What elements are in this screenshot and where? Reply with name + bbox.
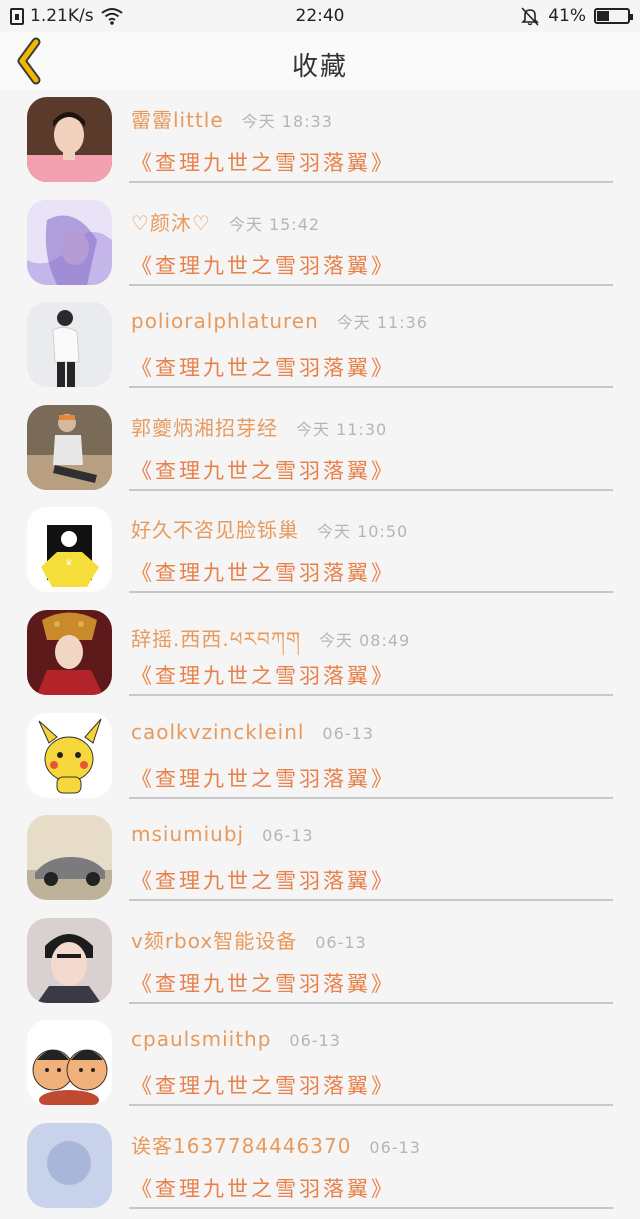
divider	[129, 283, 613, 286]
name-row: ♡颜沐♡ 今天 15:42	[131, 207, 320, 236]
name-row: 郭夔炳湘招芽经 今天 11:30	[131, 412, 387, 441]
list-item[interactable]: 辞摇.西西.ཕརབཀག 今天 08:49 《查理九世之雪羽落翼》	[0, 603, 640, 706]
user-name[interactable]: 郭夔炳湘招芽经	[131, 412, 278, 441]
battery-percent: 41%	[548, 6, 586, 26]
book-title[interactable]: 《查理九世之雪羽落翼》	[131, 968, 395, 998]
name-row: polioralphlaturen 今天 11:36	[131, 309, 428, 333]
bell-muted-icon	[521, 7, 540, 26]
timestamp: 06-13	[322, 723, 374, 743]
divider	[129, 899, 613, 902]
user-name[interactable]: msiumiubj	[131, 822, 244, 846]
timestamp: 06-13	[369, 1137, 421, 1157]
svg-text:♛: ♛	[65, 558, 72, 567]
avatar[interactable]	[27, 712, 112, 798]
name-row: cpaulsmiithp 06-13	[131, 1027, 341, 1051]
timestamp: 06-13	[289, 1031, 341, 1051]
user-name[interactable]: 霤霤little	[131, 104, 224, 133]
name-row: msiumiubj 06-13	[131, 822, 314, 846]
avatar[interactable]	[27, 917, 112, 1003]
book-title[interactable]: 《查理九世之雪羽落翼》	[131, 250, 395, 280]
list-item[interactable]: 霤霤little 今天 18:33 《查理九世之雪羽落翼》	[0, 90, 640, 193]
timestamp: 今天 18:33	[241, 112, 333, 131]
book-title[interactable]: 《查理九世之雪羽落翼》	[131, 455, 395, 485]
avatar[interactable]	[27, 1122, 112, 1208]
book-title[interactable]: 《查理九世之雪羽落翼》	[131, 557, 395, 587]
avatar[interactable]	[27, 404, 112, 490]
divider	[129, 796, 613, 799]
header: 收藏	[0, 32, 640, 90]
divider	[129, 1001, 613, 1004]
divider	[129, 386, 613, 389]
battery-icon	[594, 8, 633, 24]
book-title[interactable]: 《查理九世之雪羽落翼》	[131, 660, 395, 690]
name-row: v颏rbox智能设备 06-13	[131, 925, 367, 954]
name-row: 诶客1637784446370 06-13	[131, 1130, 421, 1159]
timestamp: 06-13	[262, 826, 314, 846]
name-row: 好久不咨见脸铄巢 今天 10:50	[131, 514, 408, 543]
page-title: 收藏	[291, 52, 348, 82]
book-title[interactable]: 《查理九世之雪羽落翼》	[131, 865, 395, 895]
avatar[interactable]	[27, 1020, 112, 1106]
list-item[interactable]: polioralphlaturen 今天 11:36 《查理九世之雪羽落翼》	[0, 295, 640, 398]
divider	[129, 591, 613, 594]
list-item[interactable]: cpaulsmiithp 06-13 《查理九世之雪羽落翼》	[0, 1013, 640, 1116]
list-item[interactable]: 郭夔炳湘招芽经 今天 11:30 《查理九世之雪羽落翼》	[0, 398, 640, 501]
list-item[interactable]: msiumiubj 06-13 《查理九世之雪羽落翼》	[0, 808, 640, 911]
timestamp: 今天 11:36	[336, 313, 428, 333]
name-row: caolkvzinckleinl 06-13	[131, 720, 374, 744]
name-row: 霤霤little 今天 18:33	[131, 104, 333, 133]
list-item[interactable]: v颏rbox智能设备 06-13 《查理九世之雪羽落翼》	[0, 911, 640, 1014]
timestamp: 06-13	[315, 932, 367, 952]
book-title[interactable]: 《查理九世之雪羽落翼》	[131, 1070, 395, 1100]
list-item[interactable]: 诶客1637784446370 06-13 《查理九世之雪羽落翼》	[0, 1116, 640, 1219]
status-bar: 1.21K/s 22:40 41%	[0, 0, 640, 32]
avatar[interactable]	[27, 97, 112, 182]
timestamp: 今天 15:42	[228, 214, 321, 234]
divider	[129, 181, 613, 183]
divider	[129, 1206, 613, 1209]
avatar[interactable]: ♛	[27, 507, 112, 593]
book-title[interactable]: 《查理九世之雪羽落翼》	[131, 1173, 395, 1203]
avatar[interactable]	[27, 609, 112, 695]
user-name[interactable]: v颏rbox智能设备	[131, 925, 297, 954]
timestamp: 今天 08:49	[318, 630, 411, 650]
timestamp: 今天 10:50	[317, 522, 409, 542]
avatar[interactable]	[27, 815, 112, 901]
book-title[interactable]: 《查理九世之雪羽落翼》	[131, 763, 395, 793]
list-item[interactable]: caolkvzinckleinl 06-13 《查理九世之雪羽落翼》	[0, 706, 640, 809]
user-name[interactable]: 诶客1637784446370	[131, 1130, 351, 1159]
user-name[interactable]: cpaulsmiithp	[131, 1027, 271, 1051]
book-title[interactable]: 《查理九世之雪羽落翼》	[131, 352, 395, 382]
book-title[interactable]: 《查理九世之雪羽落翼》	[131, 147, 395, 177]
timestamp: 今天 11:30	[296, 419, 388, 439]
divider	[129, 488, 613, 491]
user-name[interactable]: polioralphlaturen	[131, 309, 319, 333]
favorites-list: 霤霤little 今天 18:33 《查理九世之雪羽落翼》 ♡颜沐♡ 今天 15…	[0, 90, 640, 1219]
user-name[interactable]: caolkvzinckleinl	[131, 720, 304, 744]
avatar[interactable]	[27, 199, 112, 285]
list-item[interactable]: ♡颜沐♡ 今天 15:42 《查理九世之雪羽落翼》	[0, 193, 640, 296]
avatar[interactable]	[27, 302, 112, 388]
user-name[interactable]: ♡颜沐♡	[131, 207, 211, 236]
list-item[interactable]: ♛ 好久不咨见脸铄巢 今天 10:50 《查理九世之雪羽落翼》	[0, 500, 640, 603]
user-name[interactable]: 好久不咨见脸铄巢	[131, 514, 299, 543]
divider	[129, 1104, 613, 1107]
divider	[129, 693, 613, 696]
